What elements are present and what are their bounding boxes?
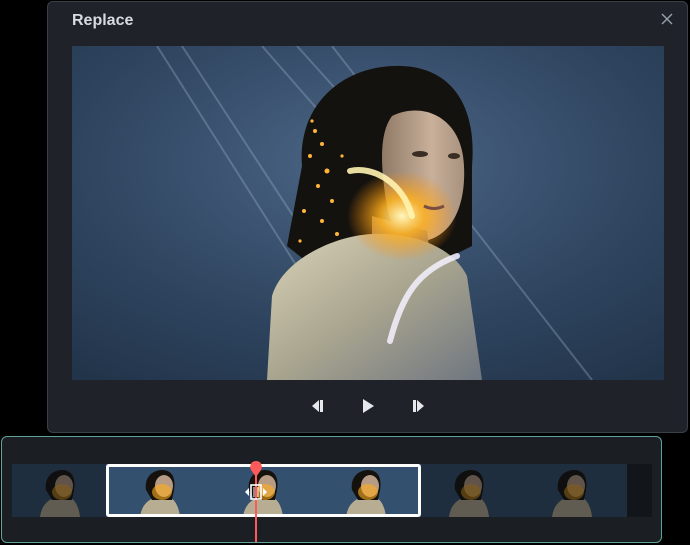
video-preview: [72, 46, 664, 380]
thumbnail-frame[interactable]: [524, 464, 627, 517]
step-forward-button[interactable]: [406, 394, 430, 418]
split-handle-icon: [245, 484, 267, 500]
dialog-title: Replace: [72, 12, 134, 29]
preview-image: [72, 46, 664, 380]
step-forward-icon: [413, 400, 424, 412]
playhead-icon: [250, 461, 262, 477]
play-icon: [363, 399, 374, 413]
step-back-icon: [312, 400, 323, 412]
close-icon: [661, 13, 673, 25]
split-handle[interactable]: [244, 483, 268, 501]
thumbnail-frame[interactable]: [12, 464, 115, 517]
timeline-panel: [1, 436, 662, 543]
step-back-button[interactable]: [306, 394, 330, 418]
playhead-handle[interactable]: [250, 461, 262, 477]
close-button[interactable]: [659, 11, 675, 27]
play-button[interactable]: [356, 394, 380, 418]
replace-dialog: Replace: [47, 1, 688, 433]
playback-controls: [48, 394, 687, 418]
thumbnail-frame[interactable]: [421, 464, 524, 517]
playhead-line: [255, 468, 257, 542]
